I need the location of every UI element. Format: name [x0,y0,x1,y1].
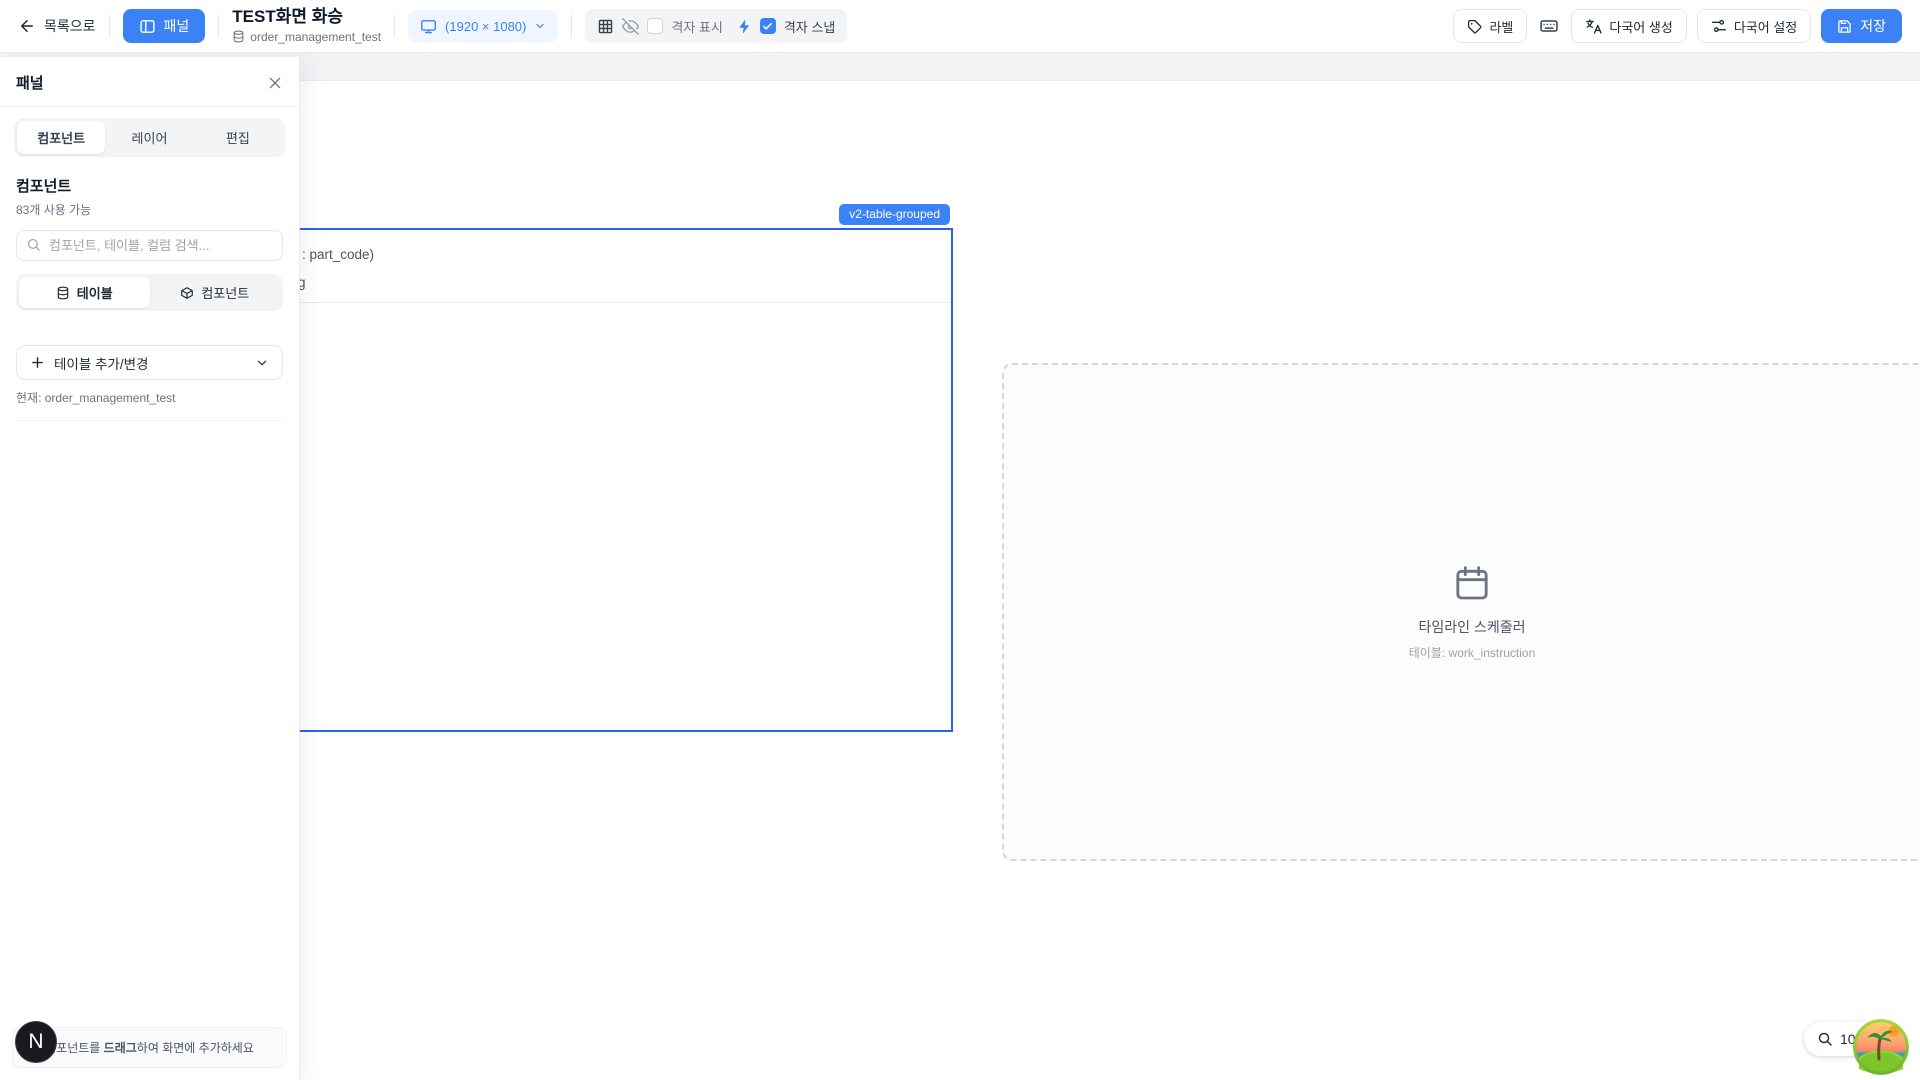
chevron-down-icon [255,356,269,370]
chevron-down-icon [534,20,546,32]
nextjs-dev-badge[interactable]: N [15,1021,57,1063]
translate-icon [1585,18,1602,35]
save-button[interactable]: 저장 [1821,9,1902,43]
divider [218,14,219,38]
grid-show-checkbox[interactable] [647,18,663,34]
component-clipped-text-1: : part_code) [302,247,374,262]
grid-controls-group: 격자 표시 격자 스냅 [585,9,847,43]
tab-layers[interactable]: 레이어 [105,121,193,154]
tag-icon [1467,19,1482,34]
current-table-label: 현재: order_management_test [16,389,283,421]
keyboard-shortcuts-button[interactable] [1537,14,1561,38]
search-icon [26,237,41,252]
source-tab-component[interactable]: 컴포넌트 [150,277,281,308]
component-header-divider [240,302,951,303]
back-to-list-button[interactable]: 목록으로 [18,16,96,36]
tab-edit[interactable]: 편집 [194,121,282,154]
table-db-icon [56,286,70,300]
i18n-settings-text: 다국어 설정 [1734,17,1797,36]
close-icon[interactable] [267,75,283,91]
nextjs-n-logo: N [28,1030,43,1054]
components-section-title: 컴포넌트 [16,175,283,196]
placeholder-component-timeline-scheduler[interactable]: 타임라인 스케줄러 테이블: work_instruction [1002,363,1920,861]
bound-table-name: order_management_test [250,30,381,44]
label-button[interactable]: 라벨 [1453,9,1527,43]
source-tab-table-label: 테이블 [77,283,113,302]
eye-off-icon [622,18,639,35]
magnifier-icon [1817,1031,1833,1047]
add-change-table-button[interactable]: 테이블 추가/변경 [16,345,283,380]
back-arrow-icon [18,17,36,35]
label-button-text: 라벨 [1489,17,1513,36]
placeholder-title: 타임라인 스케줄러 [1419,617,1526,637]
panel-toggle-button[interactable]: 패널 [123,9,206,43]
database-icon [232,30,245,43]
island-extension-icon[interactable] [1853,1019,1909,1075]
panel-title: 패널 [16,72,44,93]
divider [109,14,110,38]
left-panel: 패널 컴포넌트 레이어 편집 컴포넌트 83개 사용 가능 [0,56,300,1080]
search-input[interactable] [16,230,283,261]
screen-title: TEST화면 화승 [232,8,381,27]
source-tab-component-label: 컴포넌트 [201,283,249,302]
screen-title-block: TEST화면 화승 order_management_test [232,8,381,44]
i18n-generate-button[interactable]: 다국어 생성 [1571,9,1686,43]
components-count: 83개 사용 가능 [16,201,283,218]
lightning-icon [737,19,752,34]
plus-icon [30,355,45,370]
tab-components[interactable]: 컴포넌트 [17,121,105,154]
divider [394,14,395,38]
grid-show-label: 격자 표시 [671,17,722,36]
resolution-value: (1920 × 1080) [445,19,526,34]
panel-tabs: 컴포넌트 레이어 편집 [14,118,285,157]
divider [571,14,572,38]
top-toolbar: 목록으로 패널 TEST화면 화승 order_management_test [0,0,1920,53]
toolbar-right-group: 라벨 다국어 생성 [1453,9,1902,43]
source-tab-table[interactable]: 테이블 [19,277,150,308]
grid-snap-label: 격자 스냅 [784,17,835,36]
drag-tip-bold: 드래그 [104,1041,137,1055]
component-type-badge: v2-table-grouped [839,204,950,225]
add-change-table-label: 테이블 추가/변경 [54,353,246,373]
save-icon [1837,19,1852,34]
sliders-icon [1711,18,1727,34]
component-search [16,230,283,261]
back-label: 목록으로 [44,16,96,36]
package-icon [180,286,194,300]
monitor-icon [420,18,437,35]
resolution-selector[interactable]: (1920 × 1080) [408,10,558,42]
i18n-settings-button[interactable]: 다국어 설정 [1697,9,1811,43]
grid-icon [597,18,614,35]
calendar-icon [1452,563,1492,603]
panel-button-label: 패널 [164,16,190,36]
save-button-text: 저장 [1860,16,1886,36]
i18n-generate-text: 다국어 생성 [1609,17,1672,36]
keyboard-icon [1539,16,1559,36]
drag-tip-suffix: 하여 화면에 추가하세요 [137,1041,254,1055]
selected-component-v2-table-grouped[interactable]: v2-table-grouped : part_code) g [238,228,953,732]
grid-snap-checkbox[interactable] [760,18,776,34]
placeholder-table-name: 테이블: work_instruction [1409,644,1536,661]
panel-left-icon [139,18,156,35]
source-toggle: 테이블 컴포넌트 [16,274,283,311]
